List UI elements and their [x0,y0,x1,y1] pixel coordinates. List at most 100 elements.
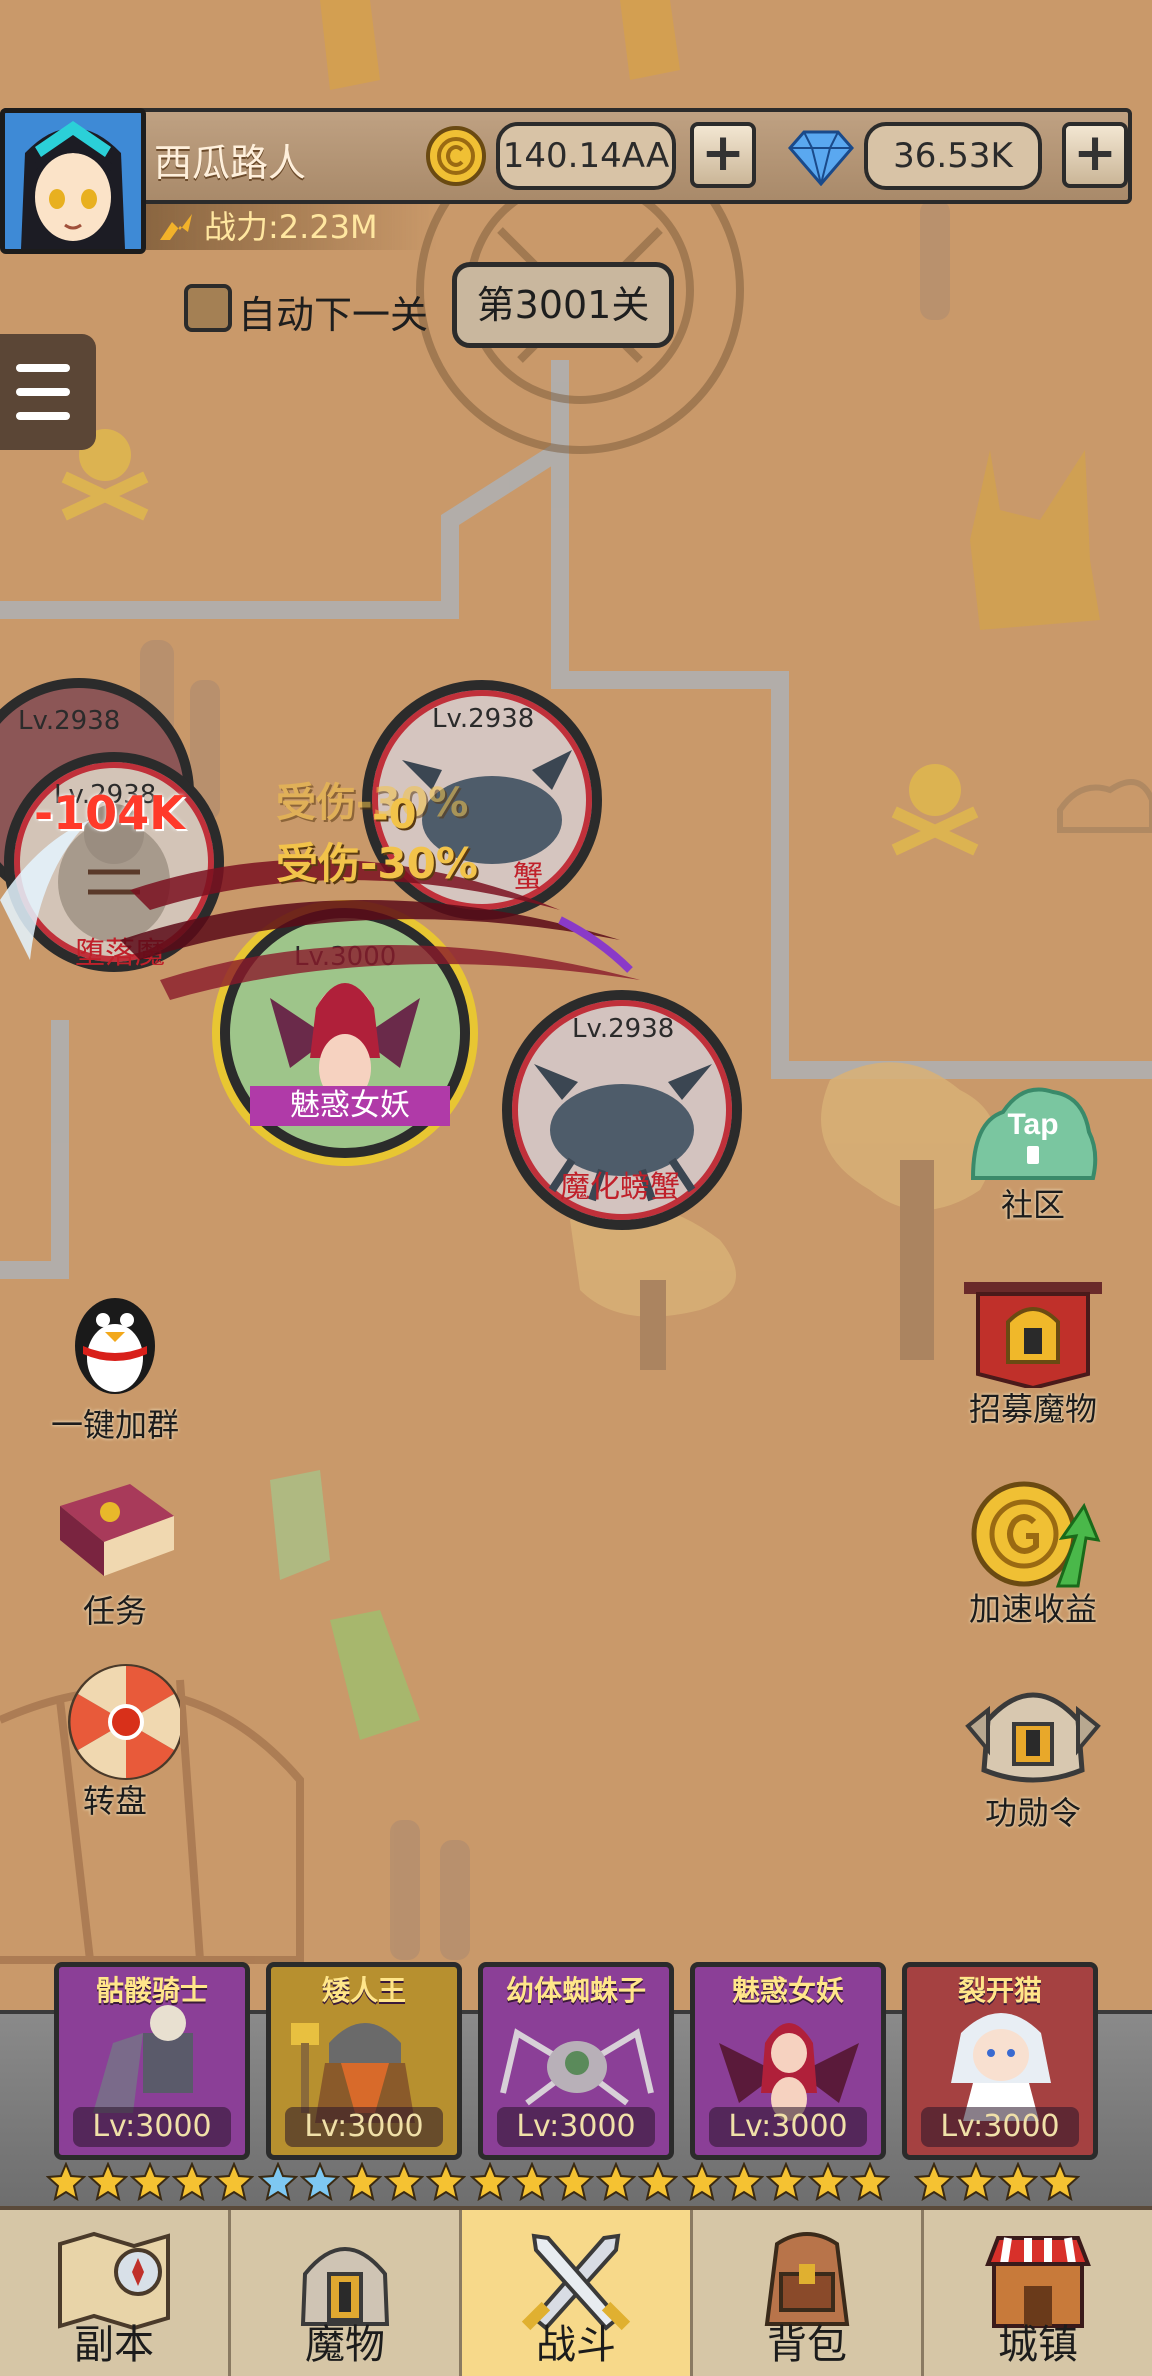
team-card-succubus[interactable]: 魅惑女妖 Lv:3000 [690,1962,886,2160]
tab-monsters-label: 魔物 [305,2322,385,2368]
player-name: 西瓜路人 [154,141,307,185]
speed-income-button[interactable]: 加速收益 [958,1476,1108,1628]
star-icon [554,2162,594,2202]
join-group-button[interactable]: 一键加群 [40,1280,190,1444]
speed-income-label: 加速收益 [968,1590,1097,1628]
team-card-name: 骷髅骑士 [95,1974,208,2007]
power-icon [160,214,192,240]
star-rating [682,2162,890,2204]
gold-amount: 140.14AA [496,122,676,190]
wheel-icon [68,1664,184,1780]
star-rating [46,2162,254,2204]
enemy-demon-crab-name: 魔化螃蟹 [560,1170,680,1205]
team-card-level: Lv:3000 [285,2107,443,2147]
community-button[interactable]: Tap 社区 [958,1082,1108,1232]
tab-backpack-label: 背包 [767,2322,847,2368]
diamond-icon [788,130,854,186]
damage-number: -104K [34,786,185,840]
star-icon [914,2162,954,2202]
tab-monsters[interactable]: 魔物 [231,2210,462,2376]
star-rating [914,2162,1080,2204]
team-card-level: Lv:3000 [73,2107,231,2147]
debuff-text: 受伤-30% [276,839,478,888]
team-card-level: Lv:3000 [497,2107,655,2147]
auto-next-checkbox[interactable] [184,284,232,332]
star-icon [172,2162,212,2202]
merit-order-label: 功勋令 [984,1794,1081,1832]
tab-dungeon[interactable]: 副本 [0,2210,231,2376]
star-icon [46,2162,86,2202]
merit-order-button[interactable]: 功勋令 [958,1680,1108,1832]
star-icon [724,2162,764,2202]
combat-power-value: 战力:2.23M [204,208,378,246]
star-icon [384,2162,424,2202]
recruit-banner-icon [964,1282,1102,1391]
add-gold-button[interactable]: + [690,122,756,188]
star-icon [998,2162,1038,2202]
quest-button[interactable]: 任务 [40,1476,190,1636]
star-icon [956,2162,996,2202]
gold-coin-icon [426,126,486,186]
star-icon [470,2162,510,2202]
star-icon [130,2162,170,2202]
star-icon [214,2162,254,2202]
star-icon [342,2162,382,2202]
star-rating [470,2162,678,2204]
star-icon [808,2162,848,2202]
team-card-name: 矮人王 [321,1974,406,2007]
hero-name: 魅惑女妖 [250,1086,450,1126]
star-rating [258,2162,466,2204]
team-card-level: Lv:3000 [709,2107,867,2147]
star-icon [638,2162,678,2202]
team-card-name: 幼体蜘蛛子 [505,1974,646,2007]
star-icon [88,2162,128,2202]
star-icon [426,2162,466,2202]
succubus-icon [719,2023,859,2121]
team-card-name: 裂开猫 [957,1974,1042,2007]
baby-spider-icon [500,2028,654,2106]
tab-dungeon-label: 副本 [74,2322,154,2368]
wheel-label: 转盘 [82,1782,147,1820]
team-card-skeleton-knight[interactable]: 骷髅骑士 Lv:3000 [54,1962,250,2160]
star-icon [1040,2162,1080,2202]
tab-battle-label: 战斗 [536,2322,616,2368]
tab-town[interactable]: 城镇 [924,2210,1152,2376]
player-avatar[interactable] [0,108,146,254]
tab-backpack[interactable]: 背包 [693,2210,924,2376]
combat-power: 战力:2.23M [146,204,436,250]
tap-community-icon: Tap [970,1087,1098,1180]
speed-coin-icon [971,1481,1101,1588]
team-card-dwarf-king[interactable]: 矮人王 Lv:3000 [266,1962,462,2160]
tab-battle[interactable]: 战斗 [462,2210,693,2376]
bottom-nav: 副本 魔物 战斗 背包 城镇 [0,2206,1152,2376]
wheel-button[interactable]: 转盘 [40,1662,190,1822]
community-label: 社区 [1000,1186,1065,1224]
star-icon [596,2162,636,2202]
star-icon [258,2162,298,2202]
star-icon [682,2162,722,2202]
damage-number: -0 [372,792,417,838]
star-icon [850,2162,890,2202]
team-card-name: 魅惑女妖 [731,1974,844,2007]
star-icon [766,2162,806,2202]
join-group-label: 一键加群 [50,1406,179,1444]
dwarf-king-icon [291,2023,415,2123]
star-icon [300,2162,340,2202]
penguin-icon [75,1298,155,1394]
enemy-offscreen-level: Lv.2938 [18,706,121,736]
team-card-baby-spider[interactable]: 幼体蜘蛛子 Lv:3000 [478,1962,674,2160]
tap-badge-text: Tap [1007,1108,1058,1141]
auto-next-label: 自动下一关 [238,293,429,337]
diamond-amount: 36.53K [864,122,1042,190]
tab-town-label: 城镇 [998,2322,1078,2368]
star-icon [512,2162,552,2202]
stage-number-button[interactable]: 第3001关 [452,262,674,348]
add-diamond-button[interactable]: + [1062,122,1128,188]
hamburger-menu-button[interactable] [0,334,96,450]
quest-label: 任务 [82,1592,147,1630]
enemy-crab-top-level: Lv.2938 [432,704,535,734]
recruit-monster-button[interactable]: 招募魔物 [958,1278,1108,1428]
team-card-cracked-cat[interactable]: 裂开猫 Lv:3000 [902,1962,1098,2160]
helmet-icon [965,1692,1101,1783]
quest-book-icon [60,1484,174,1576]
